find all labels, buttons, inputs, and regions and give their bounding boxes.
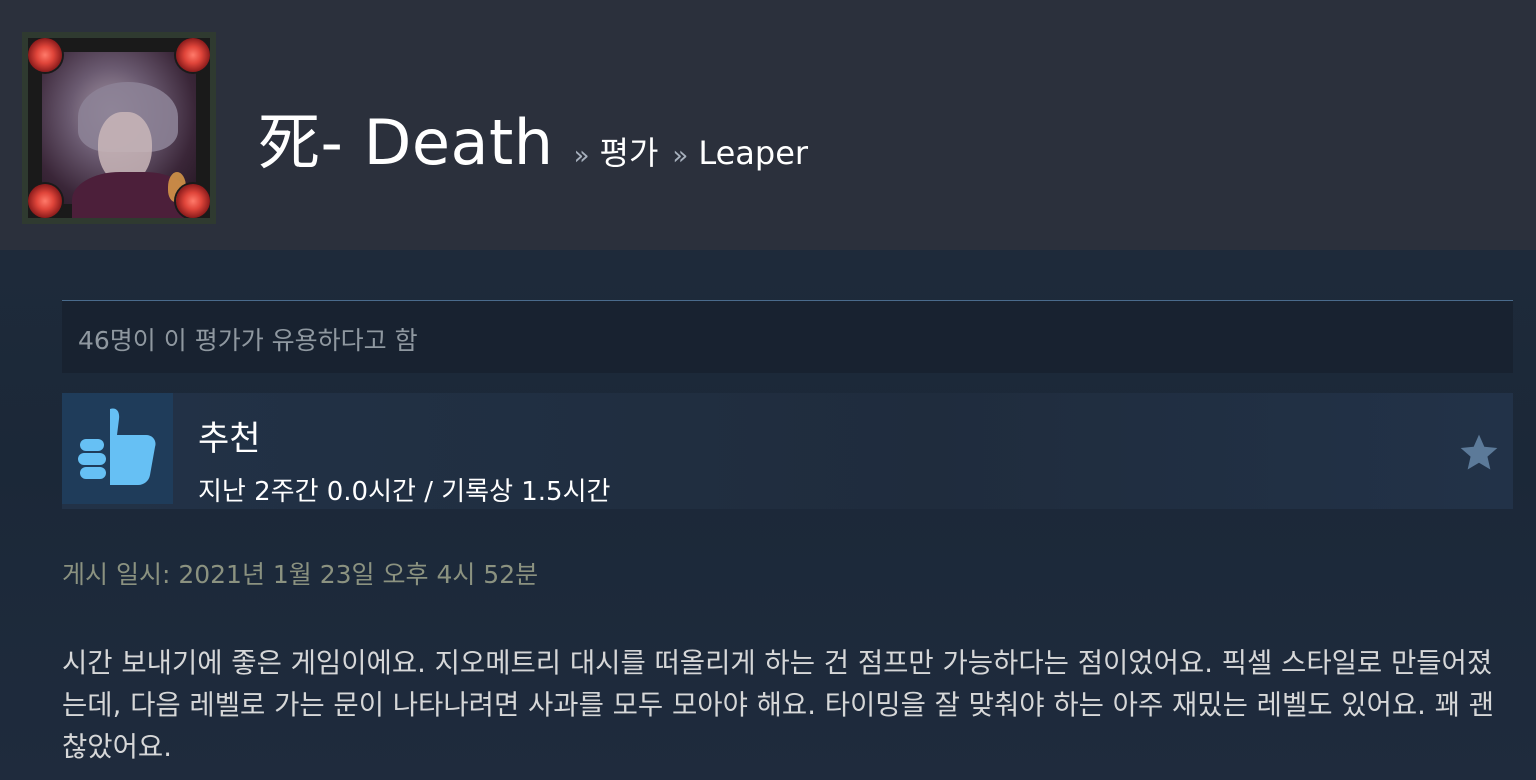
hours-played: 지난 2주간 0.0시간 / 기록상 1.5시간 (198, 477, 611, 507)
review-body-text: 시간 보내기에 좋은 게임이에요. 지오메트리 대시를 떠올리게 하는 건 점프… (62, 647, 1495, 763)
helpful-count-bar: 46명이 이 평가가 유용하다고 함 (62, 300, 1513, 373)
avatar[interactable] (22, 32, 216, 224)
thumbs-up-icon (78, 408, 156, 487)
rose-decoration-icon (28, 184, 62, 218)
rose-decoration-icon (176, 38, 210, 72)
breadcrumb: 死- Death » 평가 » Leaper (258, 92, 808, 182)
breadcrumb-separator: » (573, 141, 590, 171)
recommendation-thumb[interactable] (62, 393, 173, 504)
breadcrumb-separator: » (672, 141, 689, 171)
breadcrumb-reviews-link[interactable]: 평가 (600, 128, 659, 174)
profile-name-link[interactable]: 死- Death (258, 92, 554, 182)
profile-header: 死- Death » 평가 » Leaper (0, 0, 1536, 250)
breadcrumb-game-link[interactable]: Leaper (698, 134, 808, 172)
recommendation-label: 추천 (198, 419, 261, 459)
posted-date: 게시 일시: 2021년 1월 23일 오후 4시 52분 (62, 560, 539, 589)
star-icon[interactable] (1457, 431, 1501, 475)
rose-decoration-icon (176, 184, 210, 218)
avatar-image (42, 52, 196, 218)
rose-decoration-icon (28, 38, 62, 72)
helpful-count-text: 46명이 이 평가가 유용하다고 함 (78, 326, 418, 355)
recommendation-bar: 추천 지난 2주간 0.0시간 / 기록상 1.5시간 (62, 393, 1513, 509)
